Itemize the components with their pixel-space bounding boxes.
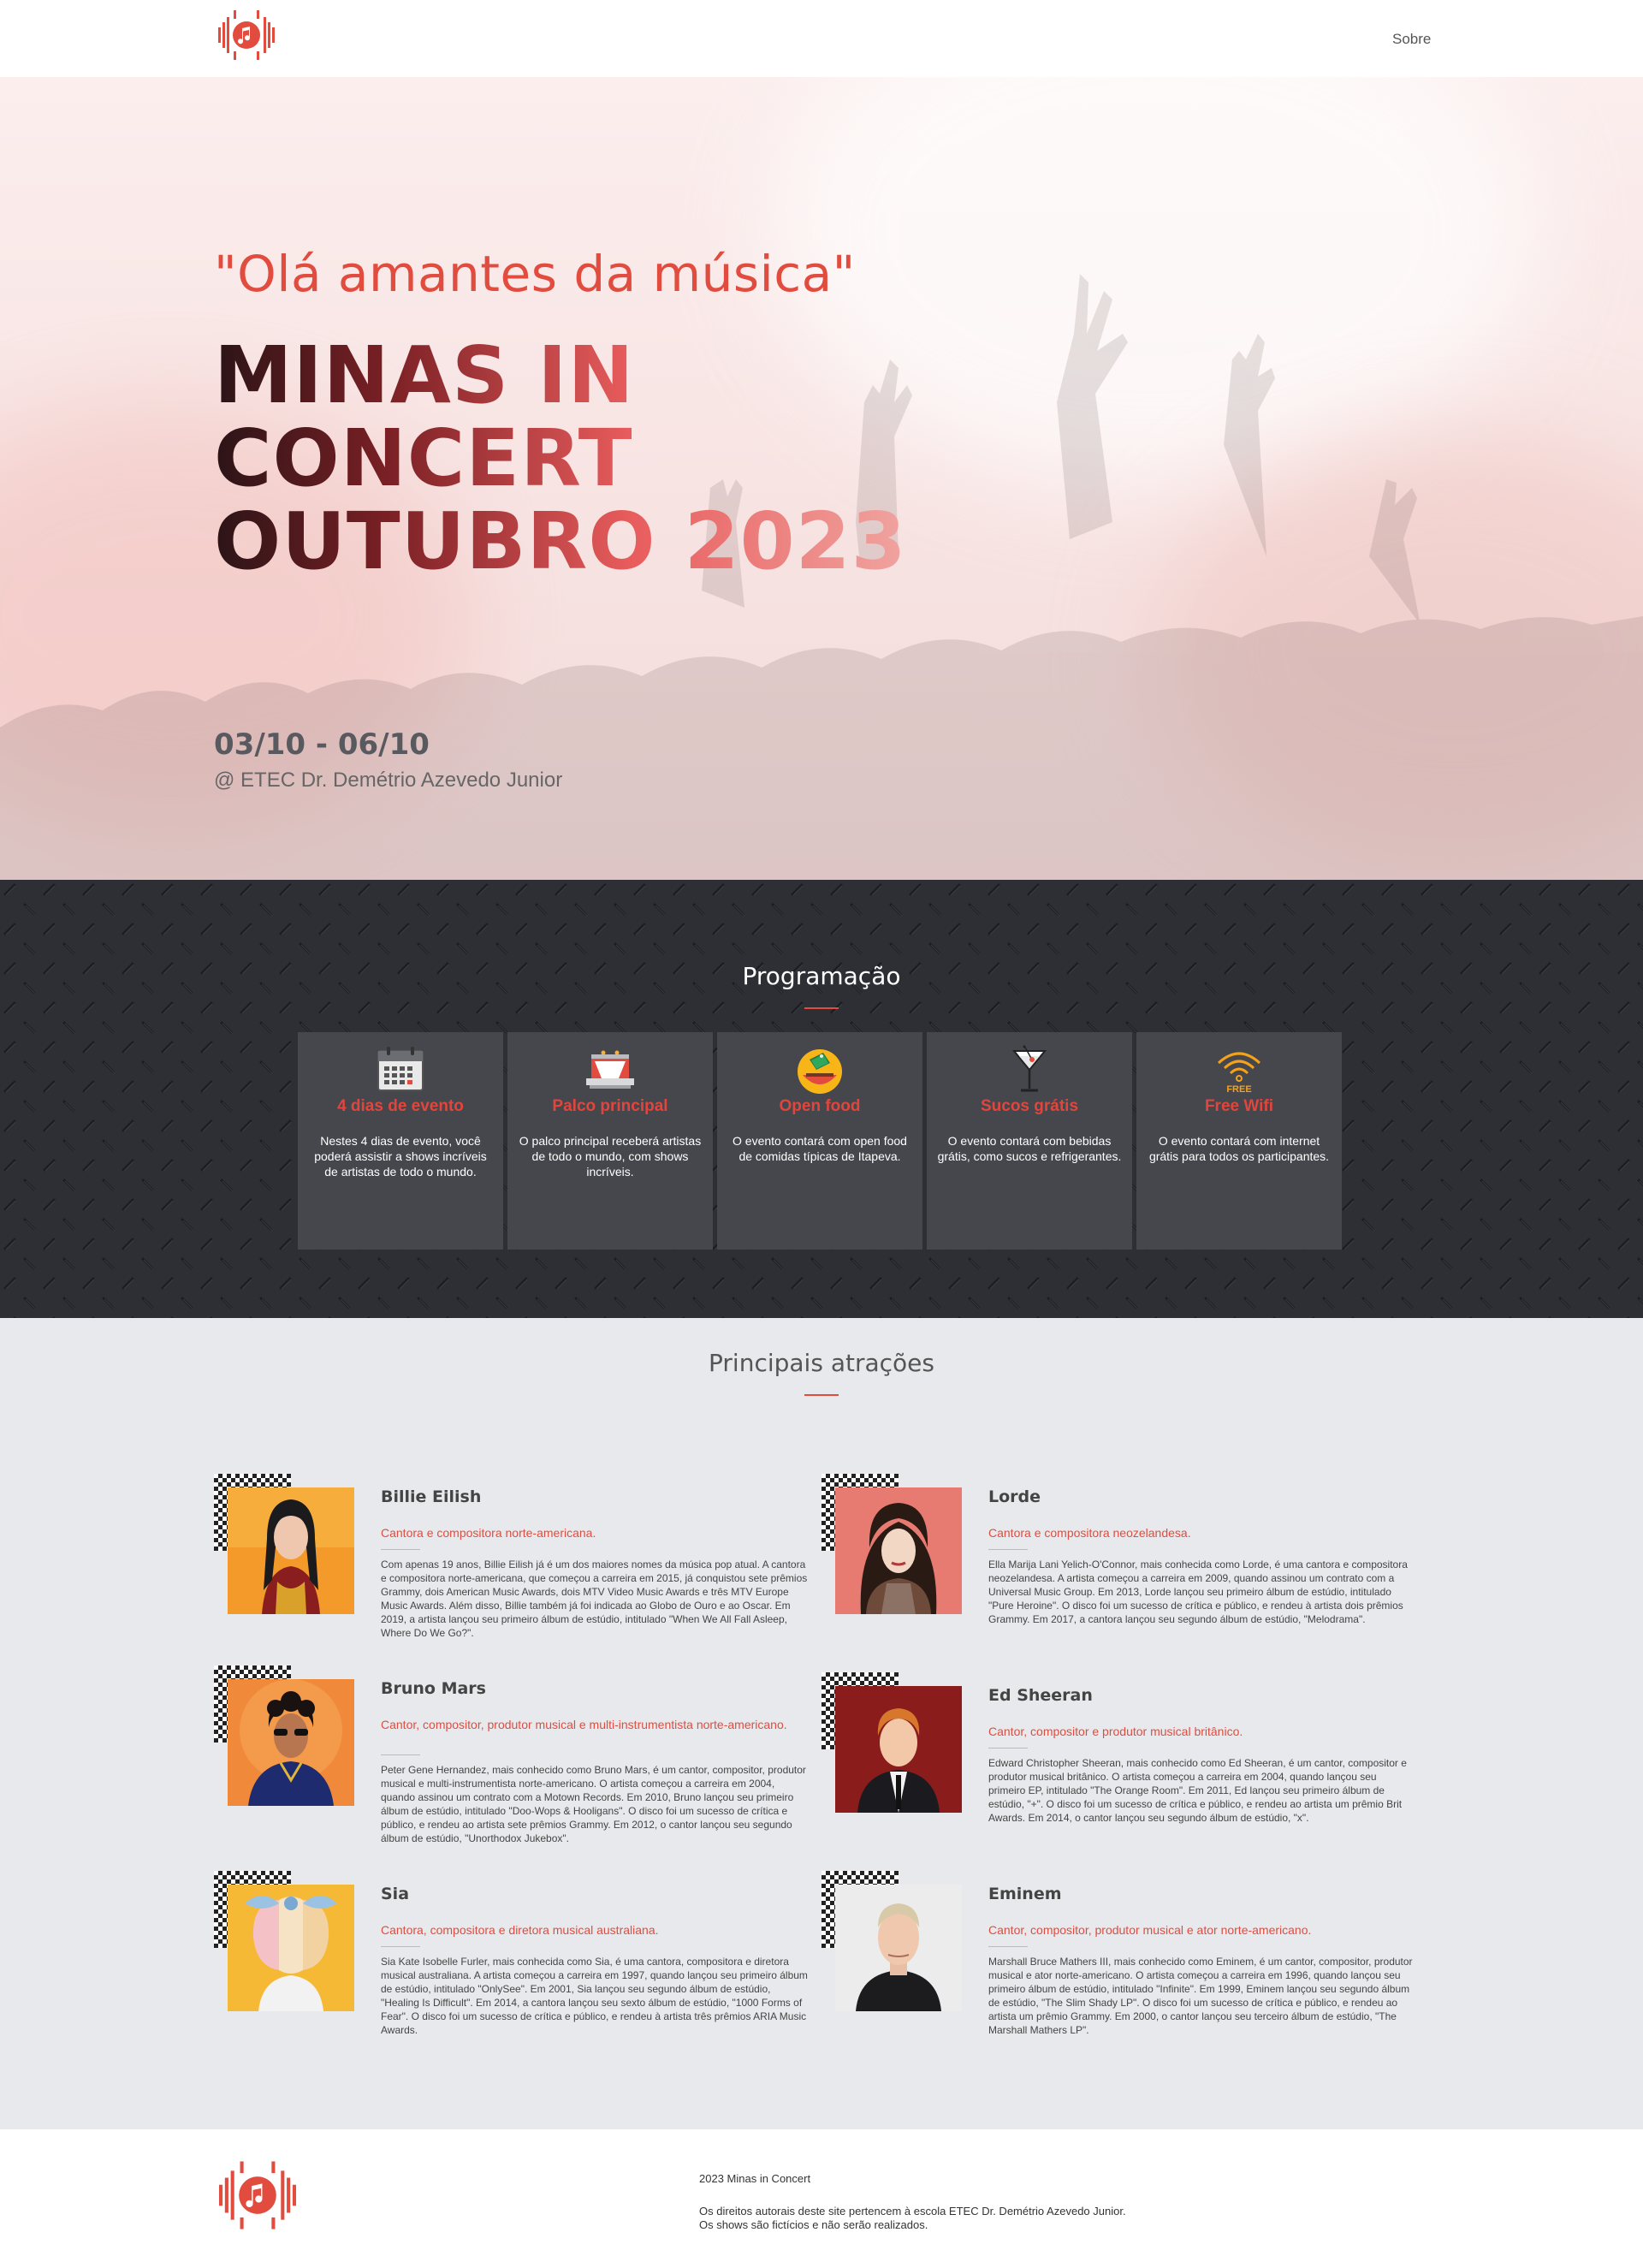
hero-quote: "Olá amantes da música": [214, 245, 856, 303]
artist-bio: Edward Christopher Sheeran, mais conheci…: [988, 1757, 1407, 1824]
card-description: O evento contará com open food de comida…: [733, 1134, 907, 1163]
artist-photo: [228, 1487, 354, 1614]
card-title: Sucos grátis: [980, 1097, 1079, 1115]
event-venue: @ ETEC Dr. Demétrio Azevedo Junior: [214, 769, 563, 792]
artist-role: Cantor, compositor e produtor musical br…: [988, 1725, 1243, 1738]
card-title: Open food: [779, 1097, 861, 1115]
artist-card: Sia Cantora, compositora e diretora musi…: [214, 1871, 813, 2042]
wifi-icon: FREE: [1217, 1052, 1261, 1095]
feature-card: FREE Free Wifi O evento contará com inte…: [1136, 1032, 1342, 1250]
feature-card: 4 dias de evento Nestes 4 dias de evento…: [298, 1032, 503, 1250]
section-title: Principais atrações: [709, 1349, 934, 1377]
artist-role: Cantora, compositora e diretora musical …: [381, 1923, 659, 1937]
feature-card: Open food O evento contará com open food…: [717, 1032, 922, 1250]
site-footer: 2023 Minas in Concert Os direitos autora…: [0, 2129, 1643, 2268]
event-dates: 03/10 - 06/10: [214, 727, 430, 762]
music-note-logo-icon: [219, 2161, 296, 2229]
artist-role: Cantor, compositor, produtor musical e m…: [381, 1718, 787, 1731]
feature-card: Sucos grátis O evento contará com bebida…: [927, 1032, 1132, 1250]
artist-photo: [835, 1487, 962, 1614]
artist-name: Eminem: [988, 1885, 1062, 1903]
footer-rights: Os direitos autorais deste site pertence…: [699, 2205, 1213, 2232]
divider: [988, 1549, 1028, 1550]
nav-link-sobre[interactable]: Sobre: [1392, 31, 1431, 48]
cocktail-icon: [1011, 1045, 1047, 1092]
artist-role: Cantor, compositor, produtor musical e a…: [988, 1923, 1312, 1937]
card-description: Nestes 4 dias de evento, você poderá ass…: [314, 1134, 487, 1179]
artist-photo: [228, 1679, 354, 1806]
artist-card: Lorde Cantora e compositora neozelandesa…: [822, 1474, 1421, 1645]
artist-name: Billie Eilish: [381, 1487, 482, 1506]
food-icon: [798, 1049, 842, 1094]
section-title: Programação: [742, 962, 901, 990]
artist-card: Eminem Cantor, compositor, produtor musi…: [822, 1871, 1421, 2042]
top-nav: Sobre: [0, 0, 1643, 77]
divider: [381, 1946, 420, 1947]
artist-role: Cantora e compositora norte-americana.: [381, 1526, 596, 1540]
section-underline: [804, 1007, 839, 1009]
programacao-section: Programação 4 dias de evento Nestes 4 di…: [0, 880, 1643, 1318]
footer-rights-line: Os direitos autorais deste site pertence…: [699, 2205, 1126, 2218]
card-title: 4 dias de evento: [337, 1097, 464, 1115]
artist-card: Bruno Mars Cantor, compositor, produtor …: [214, 1665, 813, 1844]
divider: [381, 1754, 420, 1755]
feature-card: Palco principal O palco principal recebe…: [507, 1032, 713, 1250]
artist-photo: [835, 1885, 962, 2011]
artist-bio: Ella Marija Lani Yelich-O'Connor, mais c…: [988, 1559, 1408, 1625]
section-underline: [804, 1394, 839, 1396]
card-title: Palco principal: [552, 1097, 668, 1115]
artist-name: Lorde: [988, 1487, 1041, 1506]
artist-bio: Peter Gene Hernandez, mais conhecido com…: [381, 1764, 806, 1844]
music-note-logo-icon[interactable]: [216, 7, 276, 63]
atracoes-section: Principais atrações Billie Eilish Cantor…: [0, 1318, 1643, 2129]
stage-icon: [586, 1050, 634, 1089]
artist-card: Ed Sheeran Cantor, compositor e produtor…: [822, 1672, 1421, 1843]
artist-card: Billie Eilish Cantora e compositora nort…: [214, 1474, 813, 1645]
footer-rights-line: Os shows são fictícios e não serão reali…: [699, 2218, 928, 2231]
calendar-icon: [377, 1047, 424, 1091]
card-title: Free Wifi: [1204, 1097, 1274, 1115]
artist-bio: Sia Kate Isobelle Furler, mais conhecida…: [381, 1956, 808, 2036]
hero-title-line: CONCERT: [214, 417, 907, 500]
wifi-free-badge: FREE: [1226, 1084, 1251, 1095]
artist-name: Ed Sheeran: [988, 1686, 1093, 1705]
feature-cards: 4 dias de evento Nestes 4 dias de evento…: [298, 1032, 1345, 1250]
artist-photo: [835, 1686, 962, 1813]
divider: [988, 1946, 1028, 1947]
artist-bio: Com apenas 19 anos, Billie Eilish já é u…: [381, 1559, 808, 1639]
card-description: O evento contará com internet grátis par…: [1148, 1134, 1330, 1163]
artist-bio: Marshall Bruce Mathers III, mais conheci…: [988, 1956, 1413, 2036]
divider: [381, 1549, 420, 1550]
hero-title-line: MINAS IN: [214, 334, 907, 417]
card-description: O palco principal receberá artistas de t…: [519, 1134, 702, 1179]
card-description: O evento contará com bebidas grátis, com…: [937, 1134, 1122, 1163]
artist-name: Sia: [381, 1885, 410, 1903]
hero-title-line: OUTUBRO 2023: [214, 496, 907, 587]
artist-photo: [228, 1885, 354, 2011]
artist-name: Bruno Mars: [381, 1679, 486, 1698]
artist-role: Cantora e compositora neozelandesa.: [988, 1526, 1191, 1540]
hero-section: "Olá amantes da música" MINAS IN CONCERT…: [0, 77, 1643, 880]
hero-title: MINAS IN CONCERT OUTUBRO 2023: [214, 334, 907, 583]
footer-copyright: 2023 Minas in Concert: [699, 2172, 811, 2185]
